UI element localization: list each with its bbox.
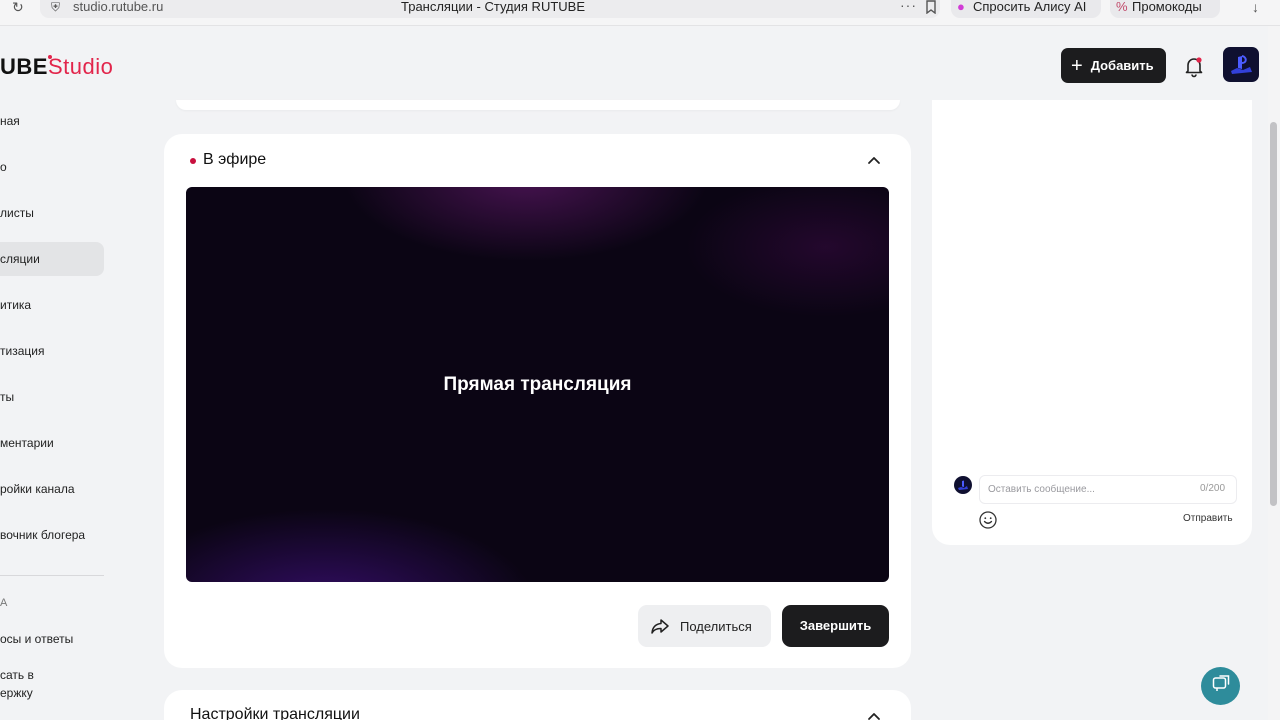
chevron-up-icon[interactable]: [867, 709, 881, 720]
sidebar-item-monetization[interactable]: тизация: [0, 334, 104, 368]
logo-dot: [48, 55, 52, 59]
broadcast-settings-title: Настройки трансляции: [190, 706, 360, 720]
live-card: В эфире Прямая трансляция Поделиться Зав…: [164, 134, 911, 668]
rutube-studio-logo[interactable]: UBE Studio: [0, 54, 113, 80]
sidebar-divider: [0, 575, 104, 576]
promo-button[interactable]: % Промокоды: [1110, 0, 1220, 18]
chat-send-button[interactable]: Отправить: [1183, 513, 1233, 524]
alice-button[interactable]: ● Спросить Алису AI: [951, 0, 1101, 18]
sidebar-item-comments[interactable]: ментарии: [0, 426, 104, 460]
video-placeholder-label: Прямая трансляция: [443, 374, 632, 395]
sidebar-item-home[interactable]: ная: [0, 104, 104, 138]
sidebar-item-broadcasts[interactable]: сляции: [0, 242, 104, 276]
chat-user-avatar: [954, 476, 972, 494]
percent-icon: %: [1116, 0, 1128, 14]
chat-panel: 0/200 Отправить: [932, 100, 1252, 545]
emoji-icon[interactable]: [978, 510, 998, 530]
more-icon[interactable]: ···: [900, 0, 917, 12]
shield-icon[interactable]: ⛨: [51, 0, 60, 14]
alice-label: Спросить Алису AI: [973, 0, 1087, 14]
previous-card-bottom: [176, 100, 900, 110]
sidebar-item-support-line1[interactable]: сать в: [0, 667, 104, 683]
support-chat-icon: [1211, 674, 1231, 699]
share-button[interactable]: Поделиться: [638, 605, 771, 647]
chat-message-input[interactable]: [979, 475, 1237, 504]
sidebar-item-blogger-guide[interactable]: вочник блогера: [0, 518, 104, 552]
download-icon[interactable]: ↓: [1252, 0, 1259, 14]
chat-char-counter: 0/200: [1200, 483, 1226, 494]
live-card-title: В эфире: [203, 151, 267, 168]
url-text[interactable]: studio.rutube.ru: [73, 0, 163, 14]
live-video-player[interactable]: Прямая трансляция: [186, 187, 889, 582]
sidebar: ная о листы сляции итика тизация ты мент…: [0, 100, 110, 720]
sidebar-item-faq[interactable]: осы и ответы: [0, 622, 104, 656]
sidebar-item-video[interactable]: о: [0, 150, 104, 184]
reload-icon[interactable]: ↻: [12, 0, 24, 14]
browser-toolbar: ↻ ⛨ studio.rutube.ru Трансляции - Студия…: [0, 0, 1280, 26]
sidebar-item-reports[interactable]: ты: [0, 380, 104, 414]
sidebar-item-channel-settings[interactable]: ройки канала: [0, 472, 104, 506]
plus-icon: +: [1071, 54, 1083, 77]
notifications-bell-icon[interactable]: [1182, 54, 1206, 78]
add-button[interactable]: + Добавить: [1061, 48, 1166, 83]
alice-icon: ●: [957, 0, 965, 14]
user-avatar[interactable]: [1223, 47, 1259, 82]
live-indicator-dot: [190, 158, 196, 164]
share-button-label: Поделиться: [680, 618, 752, 634]
sidebar-section-help: А: [0, 597, 8, 609]
sidebar-item-analytics[interactable]: итика: [0, 288, 104, 322]
page-title: Трансляции - Студия RUTUBE: [401, 0, 585, 14]
logo-studio-text: Studio: [47, 54, 114, 79]
support-chat-button[interactable]: [1201, 667, 1240, 705]
finish-broadcast-button[interactable]: Завершить: [782, 605, 889, 647]
page-scrollbar-thumb[interactable]: [1270, 122, 1277, 506]
add-button-label: Добавить: [1090, 58, 1154, 73]
share-icon: [650, 616, 670, 636]
bookmark-icon[interactable]: [925, 0, 937, 16]
chevron-up-icon[interactable]: [867, 153, 881, 167]
broadcast-settings-card: Настройки трансляции: [164, 690, 911, 720]
sidebar-item-playlists[interactable]: листы: [0, 196, 104, 230]
promo-label: Промокоды: [1132, 0, 1202, 14]
sidebar-item-support-line2[interactable]: ержку: [0, 685, 104, 701]
logo-rutube-text: UBE: [0, 54, 48, 79]
